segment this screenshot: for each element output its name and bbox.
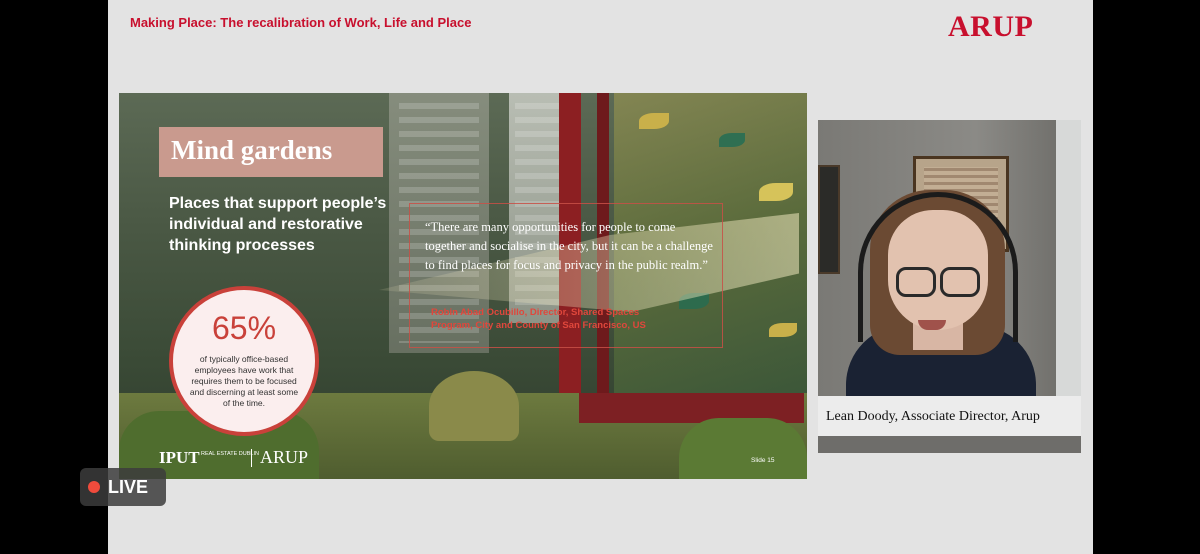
quote-text: “There are many opportunities for people… [425, 220, 713, 272]
event-title: Making Place: The recalibration of Work,… [130, 15, 472, 30]
leaf-decoration [769, 323, 797, 337]
slide-subtitle: Places that support people’s individual … [169, 195, 387, 254]
leaf-decoration [759, 183, 793, 201]
slide-title: Mind gardens [171, 135, 333, 165]
shared-slide: Mind gardens Places that support people’… [119, 93, 807, 479]
window [1056, 120, 1081, 410]
wall-picture [818, 165, 840, 274]
logo-divider [251, 449, 252, 467]
hedge [679, 418, 807, 479]
slide-arup-logo: ARUP [260, 447, 309, 467]
stat-circle: 65% of typically office-based employees … [169, 286, 319, 436]
rock-seat [429, 371, 519, 441]
leaf-decoration [719, 133, 745, 147]
speaker-webcam: Lean Doody, Associate Director, Arup [818, 120, 1081, 453]
stat-text: of typically office-based employees have… [189, 354, 299, 408]
live-dot-icon [88, 481, 100, 493]
stat-value: 65% [211, 310, 277, 346]
presentation-stage: Making Place: The recalibration of Work,… [108, 0, 1093, 554]
arup-logo: ARUP [948, 10, 1034, 43]
leaf-decoration [639, 113, 669, 129]
live-label: LIVE [108, 477, 149, 497]
headset [858, 192, 1018, 342]
quote-attribution: Robin Abad Ocubillo, Director, Shared Sp… [431, 307, 646, 331]
slide-number: Slide 15 [751, 457, 775, 464]
speaker-caption: Lean Doody, Associate Director, Arup [826, 409, 1040, 424]
live-badge[interactable]: LIVE [80, 468, 166, 506]
iput-logo: IPUT [159, 448, 200, 467]
